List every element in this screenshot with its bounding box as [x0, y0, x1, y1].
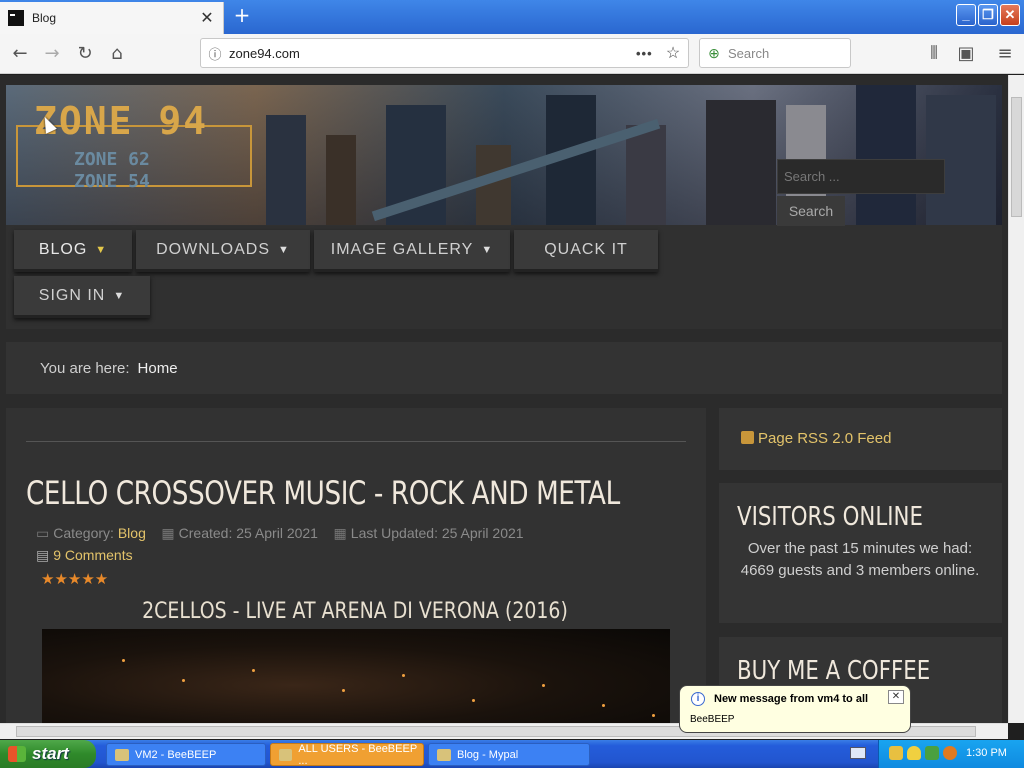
menu-item-image-gallery[interactable]: IMAGE GALLERY ▼ — [314, 230, 510, 272]
taskbar-item-all-users[interactable]: ALL USERS - BeeBEEP ... — [270, 742, 424, 767]
new-tab-button[interactable]: + — [232, 5, 252, 26]
notification-close-icon[interactable]: ✕ — [888, 690, 904, 704]
video-player[interactable] — [42, 629, 670, 723]
menu-hamburger-icon[interactable]: ≡ — [993, 42, 1017, 66]
comment-icon: ▤ — [36, 547, 50, 563]
beebeep-tray-icon[interactable] — [889, 746, 903, 760]
browser-tab[interactable]: Blog ✕ — [0, 2, 224, 34]
visitors-text: Over the past 15 minutes we had: 4669 gu… — [740, 540, 980, 579]
browser-search-input[interactable]: ⊕ Search — [699, 38, 851, 68]
app-icon — [279, 748, 293, 761]
windows-flag-icon — [8, 746, 26, 762]
browser-icon — [437, 748, 451, 761]
task-label: VM2 - BeeBEEP — [135, 748, 217, 761]
rss-icon — [741, 431, 754, 444]
category-label: Category: — [53, 525, 114, 541]
menu-label: BLOG — [38, 240, 88, 258]
scroll-thumb[interactable] — [1011, 97, 1022, 217]
start-label: start — [32, 744, 69, 763]
notification-balloon[interactable]: i New message from vm4 to all BeeBEEP ✕ — [679, 685, 911, 733]
menu-item-blog[interactable]: BLOG ▼ — [14, 230, 132, 272]
network-icon[interactable] — [925, 746, 939, 760]
folder-icon: ▭ — [36, 525, 50, 541]
maximize-button[interactable]: ❐ — [978, 4, 998, 26]
url-text[interactable]: zone94.com — [229, 46, 636, 61]
taskbar-item-blog[interactable]: Blog - Mypal — [428, 743, 590, 766]
notification-body: BeeBEEP — [690, 714, 735, 725]
site-logo-sub: ZONE 62 ZONE 54 — [74, 149, 150, 193]
window-close-button[interactable]: ✕ — [1000, 4, 1020, 26]
site-search-input[interactable]: Search ... — [777, 159, 945, 194]
visitors-title: VISITORS ONLINE — [737, 502, 923, 532]
menu-item-sign-in[interactable]: SIGN IN ▼ — [14, 276, 150, 318]
tab-title: Blog — [32, 11, 57, 25]
site-search-button[interactable]: Search — [777, 196, 845, 226]
menu-item-downloads[interactable]: DOWNLOADS ▼ — [136, 230, 310, 272]
created-date: Created: 25 April 2021 — [178, 525, 318, 541]
breadcrumb-prefix: You are here: — [40, 359, 130, 377]
menu-label: QUACK IT — [544, 240, 628, 258]
bookmark-star-icon[interactable]: ☆ — [658, 43, 688, 63]
back-icon[interactable]: ← — [8, 42, 32, 66]
calendar-icon: ▦ — [161, 525, 175, 541]
url-bar[interactable]: ⓘ zone94.com ••• ☆ — [200, 38, 689, 68]
caret-down-icon: ▼ — [95, 243, 108, 256]
comments-link[interactable]: ▤ 9 Comments — [36, 547, 133, 564]
vertical-scrollbar[interactable] — [1008, 75, 1024, 723]
article-title[interactable]: CELLO CROSSOVER MUSIC - ROCK AND METAL — [26, 474, 620, 512]
coffee-title: BUY ME A COFFEE — [737, 656, 931, 686]
tab-favicon-icon — [8, 10, 24, 26]
clock[interactable]: 1:30 PM — [966, 747, 1007, 759]
task-label: ALL USERS - BeeBEEP ... — [298, 742, 417, 767]
menu-label: SIGN IN — [38, 286, 106, 304]
rss-label: Page RSS 2.0 Feed — [758, 430, 892, 447]
updated-date: Last Updated: 25 April 2021 — [350, 525, 524, 541]
divider — [26, 441, 686, 442]
browser-search-placeholder: Search — [728, 45, 770, 61]
rating-stars[interactable]: ★★★★★ — [41, 570, 108, 588]
rss-link[interactable]: Page RSS 2.0 Feed — [741, 430, 891, 447]
site-info-icon[interactable]: ⓘ — [201, 44, 229, 63]
breadcrumb: You are here: Home — [6, 342, 1002, 394]
tab-close-icon[interactable]: ✕ — [199, 8, 215, 28]
menu-label: DOWNLOADS — [156, 240, 270, 258]
caret-down-icon: ▼ — [278, 243, 290, 256]
site-logo[interactable]: ZONE 94 — [34, 99, 208, 143]
menu-label: IMAGE GALLERY — [330, 240, 474, 258]
search-engine-icon: ⊕ — [708, 44, 720, 61]
reload-icon[interactable]: ↻ — [73, 42, 97, 66]
category-link[interactable]: Blog — [118, 525, 146, 541]
caret-down-icon: ▼ — [113, 289, 126, 302]
taskbar-item-vm2[interactable]: VM2 - BeeBEEP — [106, 743, 266, 766]
keyboard-icon[interactable] — [850, 747, 866, 759]
home-icon[interactable]: ⌂ — [105, 42, 129, 66]
start-button[interactable]: start — [0, 740, 96, 768]
search-tray-icon[interactable] — [943, 746, 957, 760]
page-actions-icon[interactable]: ••• — [636, 46, 658, 61]
forward-icon[interactable]: → — [40, 42, 64, 66]
info-icon: i — [691, 692, 705, 706]
logo-sub-line-1: ZONE 62 — [74, 149, 150, 170]
app-icon — [115, 748, 129, 761]
library-icon[interactable]: ⫴ — [922, 42, 946, 66]
logo-sub-line-2: ZONE 54 — [74, 171, 150, 192]
comments-count: 9 Comments — [53, 547, 133, 563]
menu-item-quack-it[interactable]: QUACK IT — [514, 230, 658, 272]
security-shield-icon[interactable] — [907, 746, 921, 760]
caret-down-icon: ▼ — [481, 243, 494, 256]
task-label: Blog - Mypal — [457, 748, 519, 761]
article-meta: ▭ Category: Blog ▦ Created: 25 April 2021 … — [36, 525, 524, 542]
sidebar-toggle-icon[interactable]: ▣ — [954, 42, 978, 66]
video-title: 2CELLOS - LIVE AT ARENA DI VERONA (2016) — [142, 599, 568, 624]
breadcrumb-home[interactable]: Home — [138, 360, 178, 377]
minimize-button[interactable]: _ — [956, 4, 976, 26]
site-banner: ZONE 94 ZONE 62 ZONE 54 — [6, 85, 1002, 225]
calendar-icon: ▦ — [333, 525, 347, 541]
notification-title: New message from vm4 to all — [714, 693, 869, 705]
